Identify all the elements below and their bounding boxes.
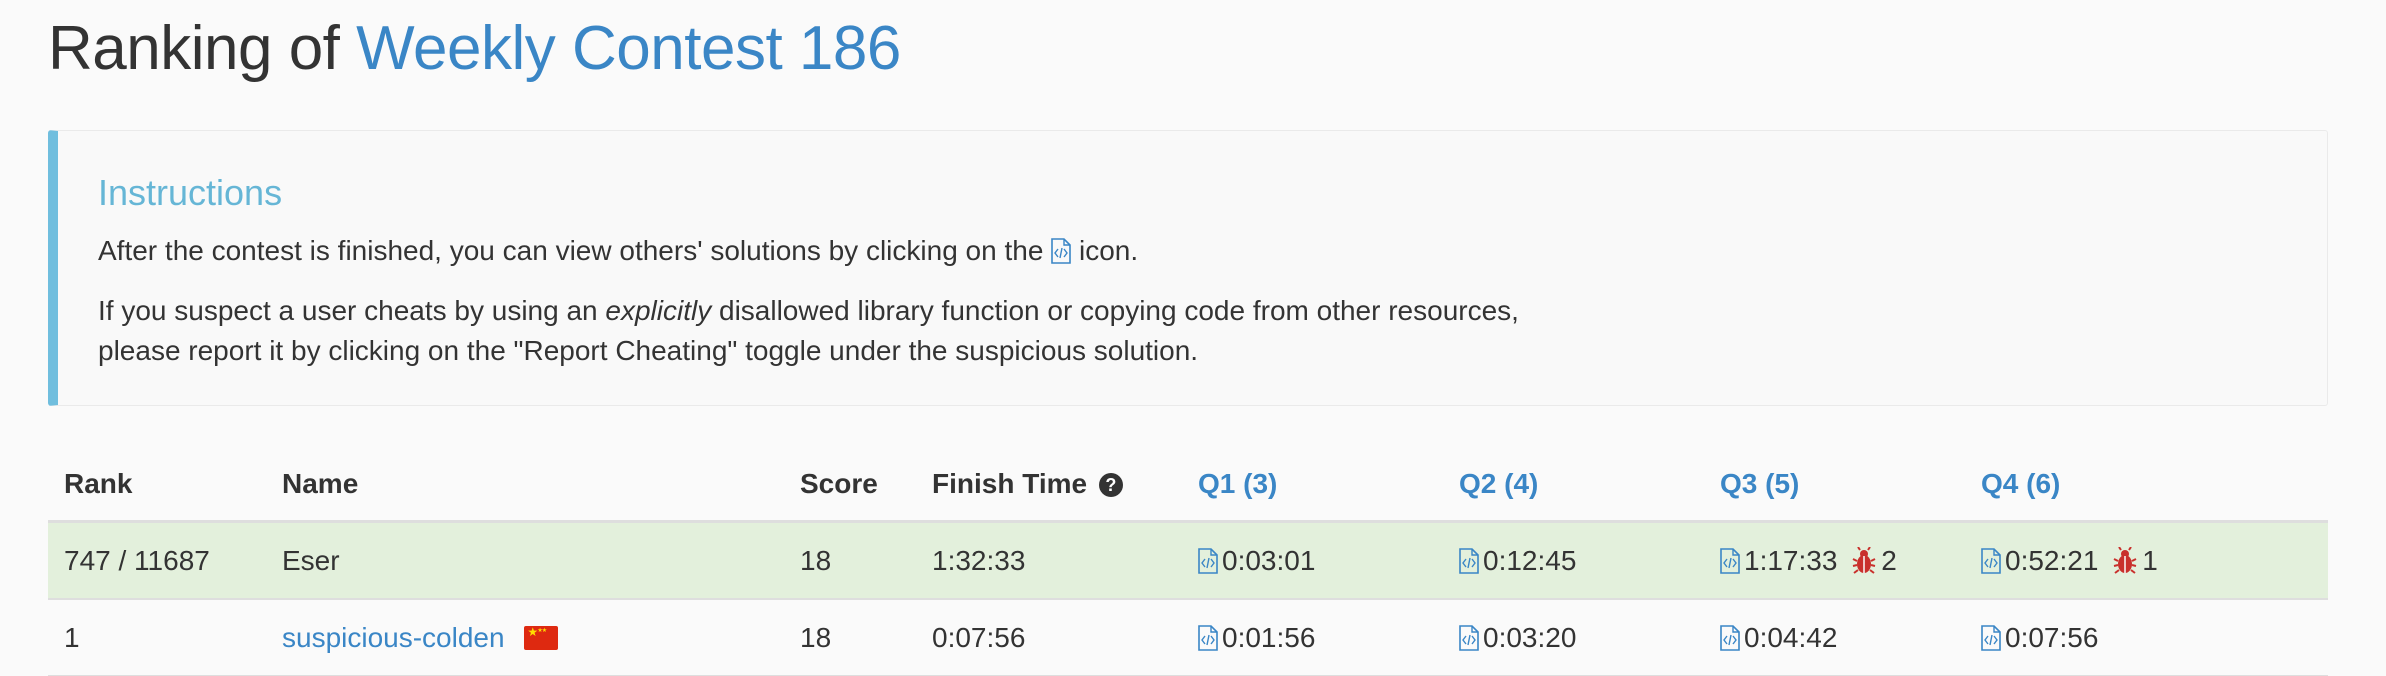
q4-time: 0:52:21 xyxy=(2005,544,2099,576)
score-cell: 18 xyxy=(784,599,916,676)
rank-cell: 1 xyxy=(48,599,266,676)
column-header-q1[interactable]: Q1 (3) xyxy=(1182,448,1443,523)
q4-cell: 0:07:56 xyxy=(1965,599,2328,676)
column-header-score: Score xyxy=(784,448,916,523)
instructions-line2: If you suspect a user cheats by using an… xyxy=(98,291,2327,371)
instructions-line2-emphasis: explicitly xyxy=(605,295,712,326)
code-file-icon[interactable] xyxy=(1459,624,1479,651)
finish-time-cell: 1:32:33 xyxy=(916,521,1182,600)
q2-time: 0:12:45 xyxy=(1483,544,1577,576)
finish-time-cell: 0:07:56 xyxy=(916,599,1182,676)
q2-time: 0:03:20 xyxy=(1483,621,1577,653)
q3-bug-count: 2 xyxy=(1881,544,1897,576)
instructions-panel: Instructions After the contest is finish… xyxy=(48,130,2328,406)
title-prefix: Ranking of xyxy=(48,14,340,83)
q1-cell: 0:03:01 xyxy=(1182,521,1443,600)
q3-time: 1:17:33 xyxy=(1744,544,1838,576)
code-file-icon[interactable] xyxy=(1198,547,1218,574)
code-file-icon[interactable] xyxy=(1981,547,2001,574)
q3-cell: 0:04:42 xyxy=(1704,599,1965,676)
q2-cell: 0:03:20 xyxy=(1443,599,1704,676)
q4-time: 0:07:56 xyxy=(2005,621,2099,653)
code-file-icon[interactable] xyxy=(1198,624,1218,651)
q4-cell: 0:52:21 1 xyxy=(1965,521,2328,600)
code-file-icon[interactable] xyxy=(1981,624,2001,651)
score-cell: 18 xyxy=(784,521,916,600)
column-header-finish-time: Finish Time ? xyxy=(916,448,1182,523)
code-file-icon[interactable] xyxy=(1720,547,1740,574)
q4-bug-count: 1 xyxy=(2142,544,2158,576)
bug-icon xyxy=(2112,546,2138,575)
column-header-q3[interactable]: Q3 (5) xyxy=(1704,448,1965,523)
column-header-q4[interactable]: Q4 (6) xyxy=(1965,448,2328,523)
question-circle-icon[interactable]: ? xyxy=(1098,473,1123,497)
instructions-line2-suffix: disallowed library function or copying c… xyxy=(719,295,1519,326)
code-file-icon[interactable] xyxy=(1720,624,1740,651)
q2-cell: 0:12:45 xyxy=(1443,521,1704,600)
instructions-line3-text: please report it by clicking on the "Rep… xyxy=(98,335,1199,366)
name-cell: suspicious-colden xyxy=(266,599,784,676)
q1-cell: 0:01:56 xyxy=(1182,599,1443,676)
q1-time: 0:01:56 xyxy=(1222,621,1316,653)
table-row: 1 suspicious-colden 18 0:07:56 0:01:56 0… xyxy=(48,599,2328,676)
q1-time: 0:03:01 xyxy=(1222,544,1316,576)
code-file-icon xyxy=(1051,238,1071,264)
instructions-line1-suffix: icon. xyxy=(1078,235,1139,266)
instructions-line2-text: If you suspect a user cheats by using an xyxy=(98,295,598,326)
name-cell: Eser xyxy=(266,521,784,600)
ranking-page: Ranking of Weekly Contest 186 Instructio… xyxy=(0,0,2386,676)
instructions-line1-text: After the contest is finished, you can v… xyxy=(98,235,1044,266)
finish-time-label: Finish Time xyxy=(932,468,1088,499)
rank-cell: 747 / 11687 xyxy=(48,521,266,600)
instructions-heading: Instructions xyxy=(98,172,283,213)
user-profile-link[interactable]: suspicious-colden xyxy=(282,622,505,653)
column-header-q2[interactable]: Q2 (4) xyxy=(1443,448,1704,523)
bug-icon xyxy=(1851,546,1877,575)
instructions-line1: After the contest is finished, you can v… xyxy=(98,231,2327,271)
page-title: Ranking of Weekly Contest 186 xyxy=(48,14,901,84)
column-header-rank: Rank xyxy=(48,448,266,523)
q3-time: 0:04:42 xyxy=(1744,621,1838,653)
table-row-self: 747 / 11687 Eser 18 1:32:33 0:03:01 0:12… xyxy=(48,521,2328,600)
q3-cell: 1:17:33 2 xyxy=(1704,521,1965,600)
code-file-icon[interactable] xyxy=(1459,547,1479,574)
contest-link[interactable]: Weekly Contest 186 xyxy=(356,14,901,83)
china-flag-icon xyxy=(524,625,559,650)
table-header-row: Rank Name Score Finish Time ? Q1 (3) Q2 … xyxy=(48,448,2328,523)
ranking-table: Rank Name Score Finish Time ? Q1 (3) Q2 … xyxy=(48,448,2328,676)
column-header-name: Name xyxy=(266,448,784,523)
